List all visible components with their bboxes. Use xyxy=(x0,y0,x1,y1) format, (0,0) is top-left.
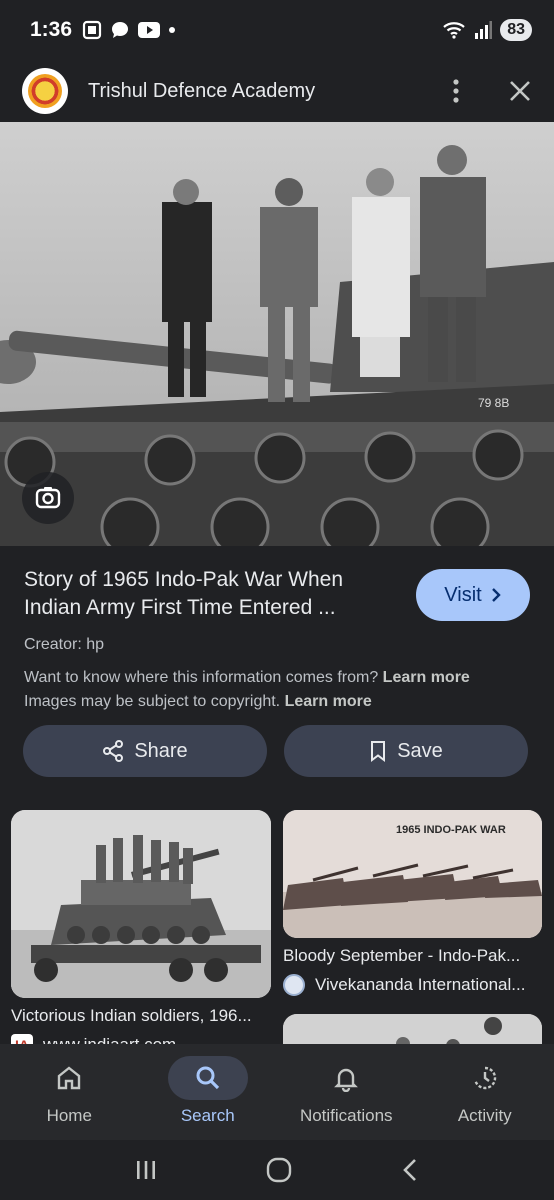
vivekananda-favicon xyxy=(283,974,305,996)
related-photo-3 xyxy=(283,1014,542,1044)
nav-home[interactable]: Home xyxy=(0,1044,139,1140)
related-image-caption-2: 1965 INDO-PAK WAR xyxy=(396,824,506,836)
copyright-text: Images may be subject to copyright. xyxy=(24,693,281,710)
save-button[interactable]: Save xyxy=(284,725,528,777)
dot-icon xyxy=(169,27,176,33)
tank-marking: 79 8B xyxy=(478,396,509,410)
nav-home-label: Home xyxy=(46,1106,92,1125)
nav-activity[interactable]: Activity xyxy=(416,1044,554,1140)
history-icon xyxy=(474,1066,496,1090)
info-text: Want to know where this information come… xyxy=(24,669,379,686)
related-card-3[interactable] xyxy=(283,1014,542,1044)
learn-more-link-2[interactable]: Learn more xyxy=(285,693,372,710)
creator-text: Creator: hp xyxy=(24,636,105,653)
related-card-2[interactable]: 1965 INDO-PAK WAR Bloody September - Ind… xyxy=(283,810,542,996)
signal-icon xyxy=(475,21,493,39)
screenshot-icon xyxy=(82,20,102,40)
status-time: 1:36 xyxy=(30,18,73,41)
more-vert-icon[interactable] xyxy=(444,77,468,105)
home-icon xyxy=(58,1066,81,1090)
recents-icon[interactable] xyxy=(134,1158,158,1182)
notice-block: Want to know where this information come… xyxy=(24,666,530,714)
academy-logo xyxy=(22,68,68,114)
app-actions xyxy=(444,77,532,105)
related-photo-1 xyxy=(11,810,271,998)
result-title[interactable]: Story of 1965 Indo-Pak War When Indian A… xyxy=(24,566,389,622)
share-button[interactable]: Share xyxy=(23,725,267,777)
nav-search-label: Search xyxy=(180,1106,235,1125)
visit-button[interactable]: Visit xyxy=(416,569,530,621)
related-source-text-2: Vivekananda International... xyxy=(315,975,526,994)
related-image-1[interactable] xyxy=(11,810,271,998)
app-title: Trishul Defence Academy xyxy=(88,79,316,102)
bookmark-icon xyxy=(371,741,386,762)
system-navigation xyxy=(0,1140,554,1200)
search-icon xyxy=(196,1066,219,1090)
share-label: Share xyxy=(134,739,188,762)
status-left: 1:36 xyxy=(30,18,176,42)
learn-more-link-1[interactable]: Learn more xyxy=(383,669,470,686)
related-title-2[interactable]: Bloody September - Indo-Pak... xyxy=(283,946,542,966)
result-title-line1: Story of 1965 Indo-Pak War When xyxy=(24,568,344,591)
status-bar: 1:36 83 xyxy=(0,0,554,60)
save-label: Save xyxy=(397,739,443,762)
related-card-1[interactable]: Victorious Indian soldiers, 196... IA ww… xyxy=(11,810,271,1056)
youtube-icon xyxy=(138,22,161,38)
bell-icon xyxy=(334,1068,359,1092)
home-circle-icon[interactable] xyxy=(266,1157,292,1183)
notification-icons xyxy=(82,20,176,40)
title-row: Story of 1965 Indo-Pak War When Indian A… xyxy=(24,566,530,622)
related-image-3[interactable] xyxy=(283,1014,542,1044)
close-icon[interactable] xyxy=(508,79,532,103)
result-title-line2: Indian Army First Time Entered ... xyxy=(24,596,336,619)
share-icon xyxy=(103,740,124,762)
lens-icon xyxy=(35,487,61,509)
nav-notifications[interactable]: Notifications xyxy=(277,1044,416,1140)
related-source-2[interactable]: Vivekananda International... xyxy=(283,974,542,996)
related-title-1[interactable]: Victorious Indian soldiers, 196... xyxy=(11,1006,271,1026)
chat-icon xyxy=(112,22,129,38)
related-image-2[interactable]: 1965 INDO-PAK WAR xyxy=(283,810,542,938)
google-lens-button[interactable] xyxy=(22,472,74,524)
nav-notifications-label: Notifications xyxy=(299,1106,393,1125)
back-icon[interactable] xyxy=(400,1158,420,1182)
action-row: Share Save xyxy=(23,725,528,777)
status-right: 83 xyxy=(442,19,532,41)
visit-label: Visit xyxy=(444,583,482,606)
app-bar: Trishul Defence Academy xyxy=(0,60,554,122)
chevron-right-icon xyxy=(491,588,501,602)
wifi-icon xyxy=(443,22,465,39)
hero-photo: 79 8B xyxy=(0,122,554,546)
bottom-navigation: Home Search Notifications Activity xyxy=(0,1044,554,1140)
result-info: Story of 1965 Indo-Pak War When Indian A… xyxy=(0,546,554,714)
battery-indicator: 83 xyxy=(500,19,532,41)
hero-image[interactable]: 79 8B xyxy=(0,122,554,546)
nav-activity-label: Activity xyxy=(457,1106,512,1125)
nav-search[interactable]: Search xyxy=(139,1044,278,1140)
